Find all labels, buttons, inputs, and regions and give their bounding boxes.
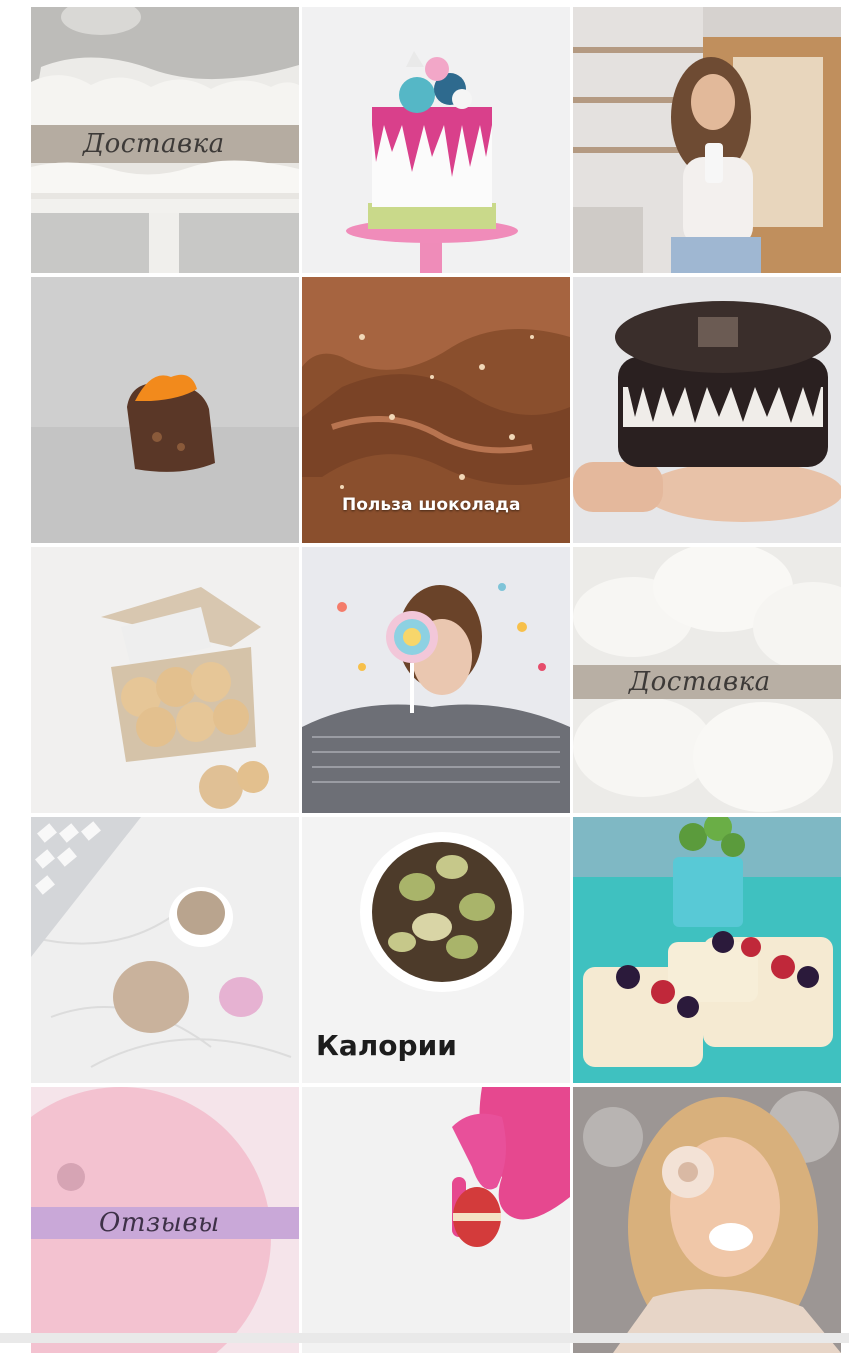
cookie-box-photo xyxy=(31,547,299,813)
grid-tile-coffee-marble[interactable] xyxy=(31,817,299,1083)
coffee-marble-photo xyxy=(31,817,299,1083)
label-band: Доставка xyxy=(573,665,841,699)
grid-tile-reviews[interactable]: Отзывы xyxy=(31,1087,299,1353)
drip-cake-photo xyxy=(302,7,570,273)
bottom-scroll-edge xyxy=(0,1333,849,1343)
laughing-woman-photo xyxy=(573,1087,841,1353)
berry-desserts-photo xyxy=(573,817,841,1083)
cafe-woman-photo xyxy=(573,7,841,273)
grid-tile-macaron-hand[interactable] xyxy=(302,1087,570,1353)
grid-tile-lollipop-girl[interactable] xyxy=(302,547,570,813)
label-band: Доставка xyxy=(31,125,299,163)
tile-label: Доставка xyxy=(629,667,771,697)
oreo-cake-photo xyxy=(573,277,841,543)
grid-tile-chocolate-candy[interactable] xyxy=(31,277,299,543)
grid-tile-cafe-woman[interactable] xyxy=(573,7,841,273)
grid-tile-chocolate-benefits[interactable]: Польза шоколада xyxy=(302,277,570,543)
label-band: Отзывы xyxy=(31,1207,299,1239)
lollipop-girl-photo xyxy=(302,547,570,813)
grid-tile-drip-cake[interactable] xyxy=(302,7,570,273)
photo-grid: Доставка xyxy=(31,7,841,1343)
grid-tile-calories[interactable]: Калории xyxy=(302,817,570,1083)
grid-tile-cookie-box[interactable] xyxy=(31,547,299,813)
grid-tile-delivery-2[interactable]: Доставка xyxy=(573,547,841,813)
macaron-hand-photo xyxy=(302,1087,570,1353)
tile-label: Калории xyxy=(316,1029,457,1062)
grid-tile-oreo-cake[interactable] xyxy=(573,277,841,543)
tile-label: Отзывы xyxy=(99,1208,220,1238)
grid-tile-berry-desserts[interactable] xyxy=(573,817,841,1083)
grid-tile-laughing-woman[interactable] xyxy=(573,1087,841,1353)
grid-tile-delivery-1[interactable]: Доставка xyxy=(31,7,299,273)
tile-label: Доставка xyxy=(83,129,225,159)
chocolate-candy-photo xyxy=(31,277,299,543)
tile-label: Польза шоколада xyxy=(342,495,520,515)
